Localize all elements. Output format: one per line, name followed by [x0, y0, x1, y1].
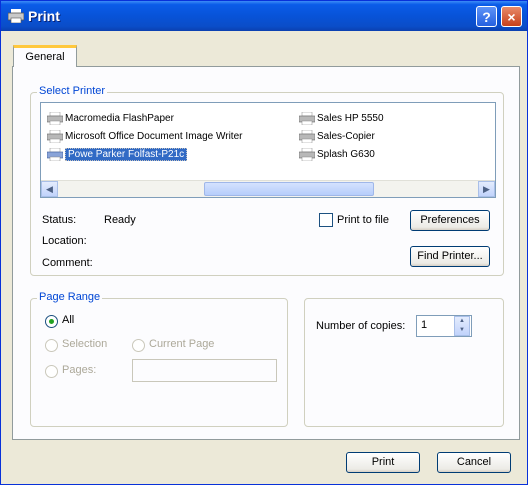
- printer-item-splash-g630[interactable]: Splash G630: [299, 147, 375, 162]
- select-printer-title: Select Printer: [37, 85, 108, 97]
- printer-icon: [8, 9, 24, 23]
- network-printer-icon: [299, 111, 315, 125]
- printer-item-sales-copier[interactable]: Sales-Copier: [299, 129, 375, 144]
- number-of-copies-label: Number of copies:: [316, 320, 406, 332]
- network-printer-icon: [47, 147, 63, 161]
- printer-icon: [47, 111, 63, 125]
- printer-icon: [47, 129, 63, 143]
- pages-input[interactable]: [132, 359, 277, 382]
- printer-name: Microsoft Office Document Image Writer: [65, 131, 243, 142]
- spin-up-icon[interactable]: ▲: [455, 317, 469, 326]
- page-range-pages-label[interactable]: Pages:: [62, 364, 96, 376]
- spin-down-icon[interactable]: ▼: [455, 326, 469, 335]
- printer-name: Splash G630: [317, 149, 375, 160]
- copies-spinner[interactable]: ▲ ▼: [454, 316, 470, 336]
- status-value: Ready: [104, 214, 136, 226]
- comment-label: Comment:: [42, 257, 93, 269]
- window-title: Print: [28, 8, 60, 24]
- print-dialog: Print ? × General Select Printer Macrome…: [0, 0, 528, 485]
- printer-item-microsoft-office-document-image-writer[interactable]: Microsoft Office Document Image Writer: [47, 129, 242, 144]
- scroll-left-button[interactable]: ◀: [41, 181, 58, 197]
- print-to-file-label[interactable]: Print to file: [337, 214, 389, 226]
- page-range-all-label[interactable]: All: [62, 314, 74, 326]
- print-to-file-checkbox[interactable]: [319, 213, 333, 227]
- print-button[interactable]: Print: [346, 452, 420, 473]
- printer-name: Sales-Copier: [317, 131, 375, 142]
- tab-general[interactable]: General: [13, 45, 77, 67]
- help-button[interactable]: ?: [476, 6, 497, 27]
- page-range-selection-label[interactable]: Selection: [62, 338, 107, 350]
- printer-item-powe-parker-folfast[interactable]: Powe Parker Folfast-P21c: [47, 147, 188, 162]
- page-range-all-radio[interactable]: [45, 315, 58, 328]
- printer-item-macromedia-flashpaper[interactable]: Macromedia FlashPaper: [47, 111, 174, 126]
- page-range-current-page-label[interactable]: Current Page: [149, 338, 214, 350]
- page-range-pages-radio[interactable]: [45, 365, 58, 378]
- scroll-thumb[interactable]: [204, 182, 374, 196]
- printer-list[interactable]: Macromedia FlashPaper Microsoft Office D…: [40, 102, 496, 198]
- title-bar[interactable]: Print ? ×: [1, 1, 527, 31]
- find-printer-button[interactable]: Find Printer...: [410, 246, 490, 267]
- network-printer-icon: [299, 147, 315, 161]
- network-printer-icon: [299, 129, 315, 143]
- copies-group: [304, 298, 504, 427]
- page-range-current-page-radio[interactable]: [132, 339, 145, 352]
- printer-name: Sales HP 5550: [317, 113, 384, 124]
- preferences-button[interactable]: Preferences: [410, 210, 490, 231]
- scroll-right-button[interactable]: ▶: [478, 181, 495, 197]
- printer-name: Macromedia FlashPaper: [65, 113, 174, 124]
- status-label: Status:: [42, 214, 77, 226]
- close-button[interactable]: ×: [501, 6, 522, 27]
- page-range-selection-radio[interactable]: [45, 339, 58, 352]
- printer-item-sales-hp-5550[interactable]: Sales HP 5550: [299, 111, 384, 126]
- printer-name: Powe Parker Folfast-P21c: [65, 148, 188, 161]
- radio-selected-dot: [49, 319, 54, 324]
- cancel-button[interactable]: Cancel: [437, 452, 511, 473]
- printer-list-hscrollbar[interactable]: ◀ ▶: [41, 180, 495, 197]
- location-label: Location:: [42, 235, 87, 247]
- page-range-title: Page Range: [37, 291, 103, 303]
